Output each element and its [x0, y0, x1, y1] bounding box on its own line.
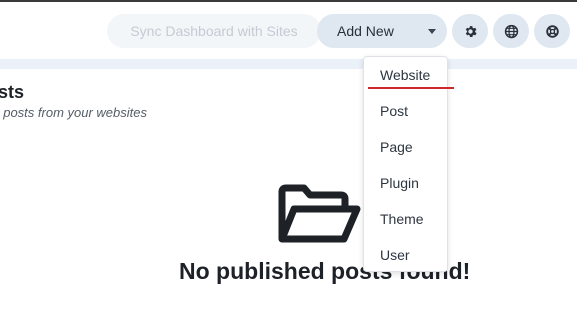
page-title: sts: [0, 82, 25, 102]
globe-icon: [504, 24, 518, 38]
help-button[interactable]: [534, 14, 570, 48]
menu-item-page[interactable]: Page: [380, 139, 413, 155]
lifebuoy-icon: [545, 24, 559, 38]
add-new-dropdown-menu: Website Post Page Plugin Theme User: [363, 56, 454, 272]
menu-item-post[interactable]: Post: [380, 103, 408, 119]
menu-item-user[interactable]: User: [380, 247, 410, 263]
gear-icon: [465, 25, 477, 37]
menu-item-plugin[interactable]: Plugin: [380, 175, 419, 191]
page-subtitle: t posts from your websites: [0, 105, 147, 120]
top-header: Sync Dashboard with Sites Add New: [0, 2, 577, 59]
sync-dashboard-button[interactable]: Sync Dashboard with Sites: [107, 14, 321, 48]
settings-button[interactable]: [452, 14, 488, 48]
active-item-underline: [368, 87, 454, 89]
add-new-button[interactable]: Add New: [317, 14, 447, 48]
add-new-label: Add New: [337, 23, 394, 39]
header-divider-band: [0, 59, 577, 69]
sites-button[interactable]: [493, 14, 529, 48]
sync-dashboard-label: Sync Dashboard with Sites: [130, 23, 298, 39]
menu-item-theme[interactable]: Theme: [380, 211, 424, 227]
menu-item-website[interactable]: Website: [380, 67, 430, 83]
open-folder-icon: [278, 184, 361, 243]
chevron-down-icon[interactable]: [428, 29, 436, 34]
